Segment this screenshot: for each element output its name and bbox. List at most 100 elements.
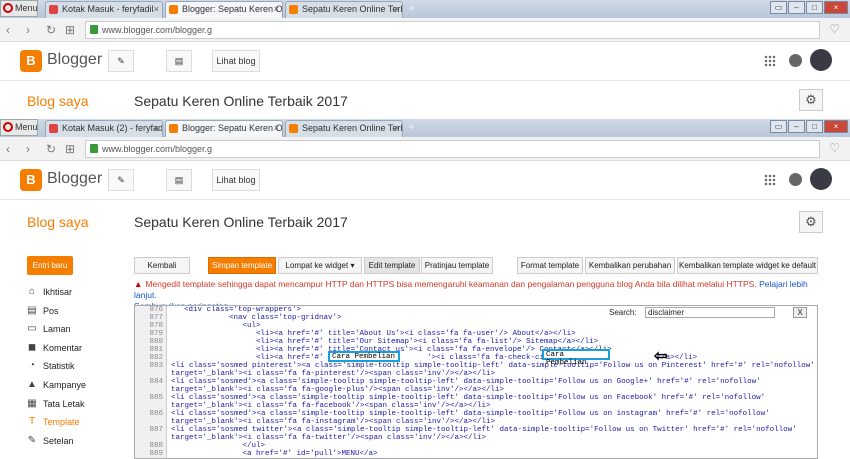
new-tab-icon[interactable]: + — [408, 1, 415, 15]
new-post-pencil-button[interactable]: ✎ — [108, 169, 134, 191]
maximize-icon[interactable]: □ — [806, 120, 823, 133]
posts-list-button[interactable]: ▤ — [166, 169, 192, 191]
back-icon[interactable]: ‹ — [6, 23, 10, 37]
highlight-link-text: Cara Pembelian — [542, 349, 610, 367]
tab-blog[interactable]: Sepatu Keren Online Terbaik× — [285, 1, 403, 18]
close-window-icon[interactable]: × — [824, 120, 848, 133]
restore-icon[interactable]: ▭ — [770, 120, 787, 133]
browser-tabbar-2: Menu Kotak Masuk (2) - feryfadil × Blogge… — [0, 119, 850, 137]
sidebar-item-settings[interactable]: ✎ Setelan — [27, 432, 117, 451]
gmail-icon — [49, 124, 58, 133]
tab-label: Blogger: Sepatu Keren Onl — [182, 4, 283, 14]
url-field[interactable]: www.blogger.com/blogger.g — [85, 140, 820, 158]
sidebar-item-pages[interactable]: ▭ Laman — [27, 320, 117, 339]
close-icon[interactable]: × — [154, 121, 159, 136]
home-icon[interactable]: ⊞ — [65, 23, 75, 37]
jump-to-widget-dropdown[interactable]: Lompat ke widget ▾ — [278, 257, 362, 274]
back-button[interactable]: Kembali — [134, 257, 190, 274]
gear-icon[interactable]: ⚙ — [799, 89, 823, 111]
tab-blogger[interactable]: Blogger: Sepatu Keren Onl × — [165, 120, 283, 137]
forward-icon[interactable]: › — [26, 23, 30, 37]
sidebar-item-layout[interactable]: ▦ Tata Letak — [27, 395, 117, 414]
code-editor[interactable]: 876 <div class='top-wrappers'> 877 <nav … — [134, 305, 818, 459]
posts-icon: ▤ — [27, 304, 37, 316]
sidebar-item-template[interactable]: T Template — [27, 413, 117, 432]
blogger-logo-icon[interactable]: B — [20, 50, 42, 72]
lock-icon — [90, 25, 98, 34]
view-blog-button[interactable]: Lihat blog — [212, 50, 260, 72]
apps-grid-icon[interactable] — [764, 55, 776, 67]
close-icon[interactable]: × — [274, 121, 279, 136]
url-text: www.blogger.com/blogger.g — [102, 144, 213, 154]
sidebar-item-stats[interactable]: ◔ Statistik — [27, 357, 117, 376]
sidebar-item-overview[interactable]: ⌂ Ikhtisar — [27, 283, 117, 302]
apps-grid-icon[interactable] — [764, 174, 776, 186]
url-field[interactable]: www.blogger.com/blogger.g — [85, 21, 820, 39]
sidebar-item-label: Ikhtisar — [43, 287, 73, 297]
stats-icon: ◔ — [28, 360, 36, 372]
warning-icon: ▲ — [134, 279, 143, 289]
blogger-logo-icon[interactable]: B — [20, 169, 42, 191]
posts-list-button[interactable]: ▤ — [166, 50, 192, 72]
view-blog-button[interactable]: Lihat blog — [212, 169, 260, 191]
tab-blog[interactable]: Sepatu Keren Online Terbaik× — [285, 120, 403, 137]
new-post-button[interactable]: Entri baru — [27, 256, 73, 275]
close-icon[interactable]: × — [274, 2, 279, 17]
minimize-icon[interactable]: – — [788, 120, 805, 133]
minimize-icon[interactable]: – — [788, 1, 805, 14]
avatar[interactable] — [810, 49, 832, 71]
title-bar-1: Blog saya Sepatu Keren Online Terbaik 20… — [0, 81, 850, 119]
tab-gmail[interactable]: Kotak Masuk (2) - feryfadil × — [45, 120, 163, 137]
back-icon[interactable]: ‹ — [6, 142, 10, 156]
home-icon[interactable]: ⊞ — [65, 142, 75, 156]
revert-changes-button[interactable]: Kembalikan perubahan — [585, 257, 675, 274]
format-template-button[interactable]: Format template — [517, 257, 583, 274]
arrow-left-icon: ⇦ — [654, 348, 668, 365]
close-search-button[interactable]: X — [793, 307, 807, 318]
tab-label: Kotak Masuk - feryfadil — [62, 4, 154, 14]
search-box: Search: disclaimer X — [609, 307, 809, 319]
menu-label: Menu — [15, 122, 38, 132]
maximize-icon[interactable]: □ — [806, 1, 823, 14]
restore-icon[interactable]: ▭ — [770, 1, 787, 14]
close-icon[interactable]: × — [394, 121, 399, 136]
comment-icon: ◼ — [27, 341, 37, 353]
reload-icon[interactable]: ↻ — [46, 23, 56, 37]
gear-icon[interactable]: ⚙ — [799, 211, 823, 233]
notifications-icon[interactable] — [789, 54, 802, 67]
sidebar-item-posts[interactable]: ▤ Pos — [27, 302, 117, 321]
forward-icon[interactable]: › — [26, 142, 30, 156]
preview-template-button[interactable]: Pratinjau template — [421, 257, 493, 274]
menu-label: Menu — [15, 3, 38, 13]
url-text: www.blogger.com/blogger.g — [102, 25, 213, 35]
search-input[interactable]: disclaimer — [645, 307, 775, 318]
heart-icon[interactable]: ♡ — [829, 141, 840, 155]
sidebar-item-comments[interactable]: ◼ Komentar — [27, 339, 117, 358]
notifications-icon[interactable] — [789, 173, 802, 186]
campaign-icon: ▲ — [27, 378, 37, 390]
browser-menu-button[interactable]: Menu — [0, 0, 38, 17]
sidebar-item-campaigns[interactable]: ▲ Kampanye — [27, 376, 117, 395]
my-blog-link[interactable]: Blog saya — [27, 93, 88, 109]
blog-title: Sepatu Keren Online Terbaik 2017 — [134, 214, 348, 230]
tab-label: Sepatu Keren Online Terbaik — [302, 123, 402, 133]
new-post-pencil-button[interactable]: ✎ — [108, 50, 134, 72]
home-icon: ⌂ — [28, 286, 36, 297]
browser-menu-button[interactable]: Menu — [0, 119, 38, 136]
tab-gmail[interactable]: Kotak Masuk - feryfadil × — [45, 1, 163, 18]
opera-icon — [3, 122, 13, 132]
my-blog-link[interactable]: Blog saya — [27, 214, 88, 230]
close-window-icon[interactable]: × — [824, 1, 848, 14]
revert-widget-template-button[interactable]: Kembalikan template widget ke default — [677, 257, 818, 274]
new-tab-icon[interactable]: + — [408, 120, 415, 134]
save-template-button[interactable]: Simpan template — [208, 257, 276, 274]
layout-icon: ▦ — [27, 397, 37, 409]
window-controls: ▭ – □ × — [770, 120, 848, 133]
avatar[interactable] — [810, 168, 832, 190]
edit-template-button[interactable]: Edit template — [364, 257, 420, 274]
reload-icon[interactable]: ↻ — [46, 142, 56, 156]
close-icon[interactable]: × — [154, 2, 159, 17]
heart-icon[interactable]: ♡ — [829, 22, 840, 36]
close-icon[interactable]: × — [394, 2, 399, 17]
tab-blogger[interactable]: Blogger: Sepatu Keren Onl × — [165, 1, 283, 18]
